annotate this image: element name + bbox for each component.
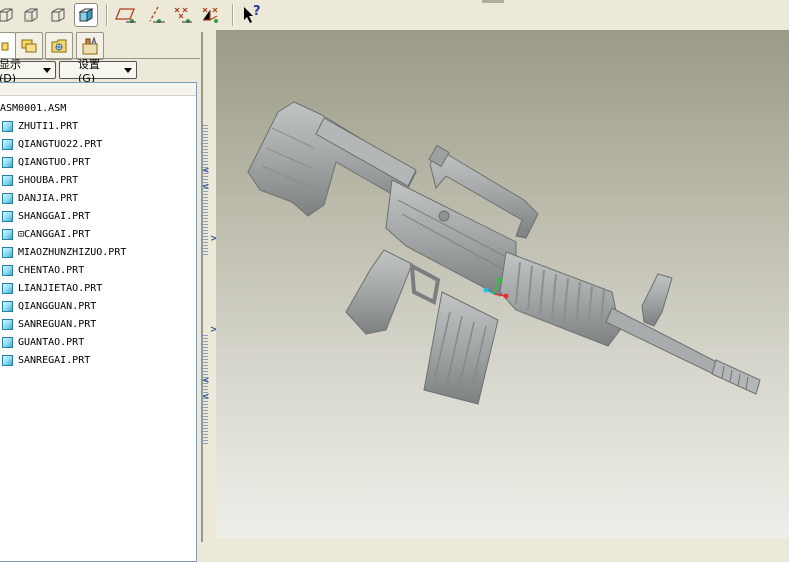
- part-icon: [2, 228, 13, 240]
- main-toolbar: ?: [0, 0, 789, 31]
- tree-item-label: GUANTAO.PRT: [18, 336, 85, 348]
- help-glyph: ?: [253, 4, 261, 19]
- part-icon: [2, 120, 13, 132]
- tree-item[interactable]: QIANGTUO22.PRT: [2, 135, 102, 153]
- tree-item[interactable]: LIANJIETAO.PRT: [2, 279, 102, 297]
- chevron-left-icon[interactable]: <: [202, 182, 210, 192]
- tree-item[interactable]: CHENTAO.PRT: [2, 261, 84, 279]
- tree-item-label: ZHUTI1.PRT: [18, 120, 79, 132]
- part-icon: [2, 210, 13, 222]
- part-icon: [2, 300, 13, 312]
- tree-item-label: SHOUBA.PRT: [18, 174, 79, 186]
- display-dropdown[interactable]: 显示 (D): [0, 58, 56, 85]
- window-edge-mark: [482, 0, 504, 3]
- part-icon: [2, 336, 13, 348]
- tree-item-label: SANREGAI.PRT: [18, 354, 91, 366]
- part-icon: [2, 138, 13, 150]
- status-strip: [216, 538, 789, 545]
- part-icon: [2, 282, 13, 294]
- toolbar-separator: [106, 4, 108, 26]
- tree-item[interactable]: SHOUBA.PRT: [2, 171, 78, 189]
- chevron-left-icon[interactable]: <: [202, 166, 210, 176]
- no-hidden-icon[interactable]: [46, 3, 70, 27]
- tree-item[interactable]: GUANTAO.PRT: [2, 333, 84, 351]
- rifle-model[interactable]: [216, 30, 789, 538]
- tree-item[interactable]: QIANGTUO.PRT: [2, 153, 90, 171]
- tree-item[interactable]: MIAOZHUNZHIZUO.PRT: [2, 243, 126, 261]
- part-icon: [2, 264, 13, 276]
- settings-dropdown[interactable]: 设置 (G): [59, 58, 137, 85]
- tree-root[interactable]: ASM0001.ASM: [0, 99, 66, 117]
- part-icon: [2, 156, 13, 168]
- part-icon: [2, 174, 13, 186]
- splitter-line: [201, 32, 203, 542]
- part-icon: [2, 192, 13, 204]
- chevron-down-icon: [124, 67, 132, 73]
- tree-item-label: MIAOZHUNZHIZUO.PRT: [18, 246, 127, 258]
- tree-item[interactable]: SANREGAI.PRT: [2, 351, 90, 369]
- panel-splitter[interactable]: < < > > < <: [200, 30, 218, 545]
- context-help-icon[interactable]: ?: [240, 3, 264, 27]
- tree-item[interactable]: DANJIA.PRT: [2, 189, 78, 207]
- tree-item[interactable]: SANREGUAN.PRT: [2, 315, 96, 333]
- datum-axis-icon[interactable]: [143, 3, 167, 27]
- toolbar-separator: [232, 4, 234, 26]
- tree-item-label: SHANGGAI.PRT: [18, 210, 91, 222]
- model-tree: ASM0001.ASM ZHUTI1.PRT QIANGTUO22.PRT QIAN…: [0, 82, 197, 562]
- tree-item-label: ⊡CANGGAI.PRT: [18, 228, 91, 240]
- coordinate-system-icon[interactable]: [198, 3, 222, 27]
- splitter-grip[interactable]: [202, 335, 208, 445]
- tree-item-label: QIANGGUAN.PRT: [18, 300, 97, 312]
- tree-item-label: QIANGTUO22.PRT: [18, 138, 103, 150]
- chevron-down-icon: [43, 67, 51, 73]
- datum-point-icon[interactable]: [170, 3, 194, 27]
- datum-plane-icon[interactable]: [114, 3, 138, 27]
- hidden-line-icon[interactable]: [19, 3, 43, 27]
- part-icon: [2, 246, 13, 258]
- part-icon: [2, 354, 13, 366]
- tree-item[interactable]: QIANGGUAN.PRT: [2, 297, 96, 315]
- tree-header: [0, 83, 196, 96]
- favorites-tab[interactable]: [45, 32, 73, 60]
- chevron-left-icon[interactable]: <: [202, 392, 210, 402]
- navigator-panel: 显示 (D) 设置 (G) ASM0001.ASM ZHUTI1.PRT QIAN…: [0, 30, 210, 562]
- tree-item-label: LIANJIETAO.PRT: [18, 282, 103, 294]
- tree-item-label: CHENTAO.PRT: [18, 264, 85, 276]
- tree-item-label: DANJIA.PRT: [18, 192, 79, 204]
- tree-item[interactable]: ZHUTI1.PRT: [2, 117, 78, 135]
- display-dropdown-label: 显示 (D): [0, 57, 21, 85]
- tree-item[interactable]: SHANGGAI.PRT: [2, 207, 90, 225]
- shaded-icon[interactable]: [74, 3, 98, 27]
- display-wireframe-icon[interactable]: [0, 3, 18, 27]
- chevron-left-icon[interactable]: <: [202, 376, 210, 386]
- part-icon: [2, 318, 13, 330]
- tree-item[interactable]: ⊡CANGGAI.PRT: [2, 225, 90, 243]
- tree-item-label: SANREGUAN.PRT: [18, 318, 97, 330]
- settings-dropdown-label: 设置 (G): [78, 57, 100, 85]
- tree-item-label: QIANGTUO.PRT: [18, 156, 91, 168]
- tree-root-label: ASM0001.ASM: [0, 102, 67, 114]
- graphics-window[interactable]: [216, 30, 789, 538]
